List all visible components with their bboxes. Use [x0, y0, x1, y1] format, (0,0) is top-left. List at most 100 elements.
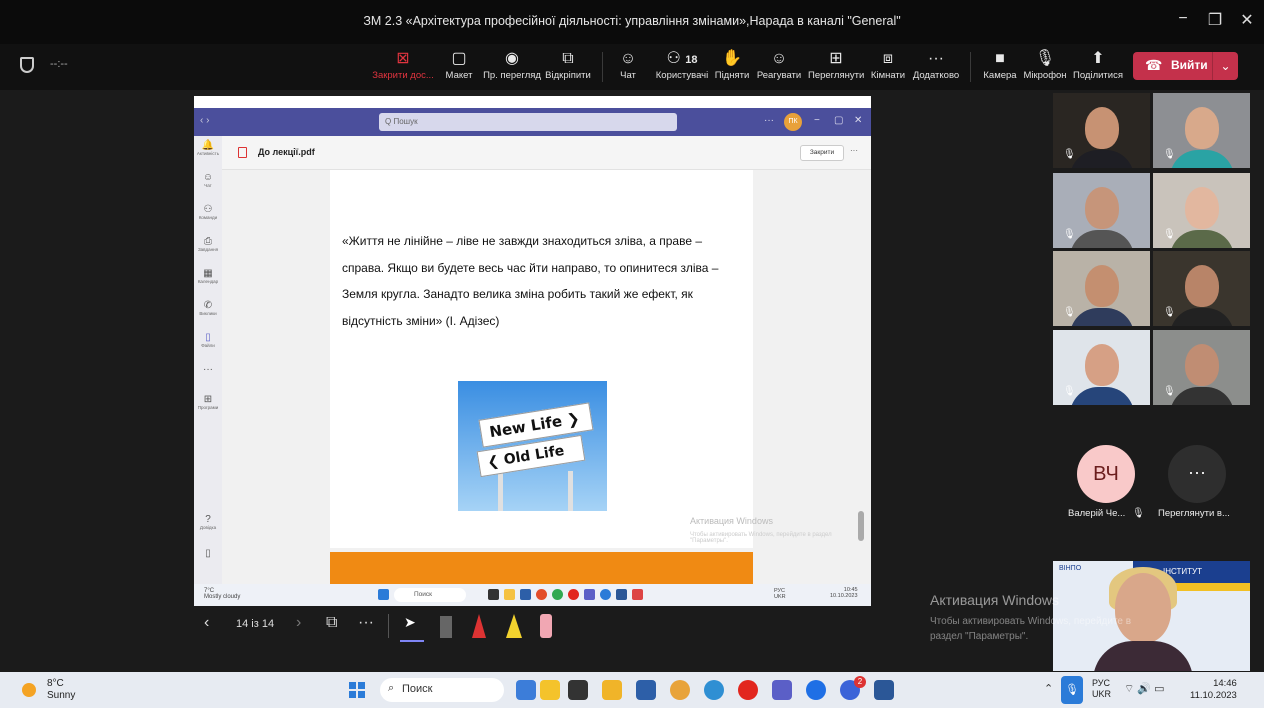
- pdf-close-button: Закрити: [800, 145, 844, 161]
- rail-item-files: ▯ Файли: [194, 332, 222, 348]
- rooms-button[interactable]: ⧈ Кімнати: [870, 48, 906, 88]
- participant-tile[interactable]: 🎙: [1153, 93, 1250, 168]
- pen-tool-icon[interactable]: [440, 616, 452, 638]
- participant-tile[interactable]: 🎙: [1153, 173, 1250, 248]
- chevron-down-icon[interactable]: ⌄: [1212, 52, 1238, 80]
- share-button[interactable]: ⬆ Поділитися: [1072, 48, 1124, 88]
- widgets-icon[interactable]: [516, 680, 536, 700]
- zoom-icon[interactable]: [806, 680, 826, 700]
- pdf-quote-text: «Життя не лінійне – ліве не завжди знахо…: [342, 234, 719, 328]
- participant-tile[interactable]: 🎙: [1053, 93, 1150, 168]
- more-options-button[interactable]: ···: [358, 614, 374, 632]
- camera-button[interactable]: ■ Камера: [982, 48, 1018, 88]
- rail-item-teams: ⚇ Команди: [194, 204, 222, 220]
- chrome-icon[interactable]: [670, 680, 690, 700]
- weather-sun-icon: [22, 683, 36, 697]
- folder-icon: [504, 589, 515, 600]
- windows-taskbar: 8°C Sunny ⌕ Поиск 2 ⌃ 🎙 РУС UKR ⌔ 🔊 ▭ 14…: [0, 672, 1264, 708]
- taskbar-search[interactable]: ⌕ Поиск: [380, 678, 504, 702]
- participant-tile[interactable]: 🎙: [1153, 330, 1250, 405]
- presenter-body: [1093, 641, 1193, 671]
- word-icon[interactable]: [874, 680, 894, 700]
- shared-taskbar-search: Поиск: [394, 588, 466, 602]
- pdf-icon: [238, 147, 247, 158]
- close-window-button[interactable]: ✕: [1232, 10, 1262, 30]
- pop-out-icon: ⧉: [562, 50, 574, 67]
- participant-name: Валерій Че...: [1068, 508, 1126, 519]
- leave-button[interactable]: ☎ Вийти ⌄: [1133, 52, 1238, 80]
- next-page-button[interactable]: ›: [296, 614, 301, 632]
- smile-icon: ☺: [770, 50, 788, 67]
- chevron-up-icon[interactable]: ⌃: [1044, 682, 1053, 695]
- stop-sharing-button[interactable]: ⊠ Закрити дос...: [372, 48, 434, 88]
- edge-icon[interactable]: [704, 680, 724, 700]
- mic-muted-icon: 🎙: [1132, 508, 1145, 519]
- file-explorer-icon[interactable]: [602, 680, 622, 700]
- windows-start-icon[interactable]: [349, 682, 365, 698]
- rail-item-activity: 🔔 Активність: [194, 140, 222, 156]
- participant-tile[interactable]: 🎙: [1053, 330, 1150, 405]
- chat-button[interactable]: ☺ Чат: [614, 48, 642, 88]
- teams-icon: ⚇: [203, 204, 213, 215]
- highlighter-icon[interactable]: [506, 614, 522, 638]
- view-button[interactable]: ⊞ Переглянути: [808, 48, 864, 88]
- rooms-icon: ⧈: [882, 50, 894, 67]
- toolbar-divider: [970, 52, 971, 82]
- file-icon: ▯: [205, 332, 211, 343]
- react-button[interactable]: ☺ Реагувати: [756, 48, 802, 88]
- microphone-button[interactable]: 🎙 Мікрофон: [1020, 48, 1070, 88]
- participant-count: 18: [685, 54, 698, 66]
- view-all-participants-button[interactable]: ···: [1168, 445, 1226, 503]
- chat-icon: ☺: [202, 172, 214, 183]
- red-pen-icon[interactable]: [472, 614, 486, 638]
- participant-body: [1169, 230, 1234, 248]
- more-button[interactable]: ··· Додатково: [912, 48, 960, 88]
- presenter-view-button[interactable]: ◉ Пр. перегляд: [482, 48, 542, 88]
- store-icon[interactable]: [636, 680, 656, 700]
- store-icon: [520, 589, 531, 600]
- raise-hand-button[interactable]: ✋ Підняти: [714, 48, 750, 88]
- maximize-button[interactable]: ❐: [1200, 10, 1230, 30]
- rail-item-chat: ☺ Чат: [194, 172, 222, 188]
- layout-button[interactable]: ▢ Макет: [440, 48, 478, 88]
- shared-taskbar: 7°C Mostly cloudy Поиск РУС UKR 10:45 10…: [194, 584, 871, 606]
- participant-face: [1084, 264, 1119, 307]
- mic-muted-icon: 🎙: [1163, 229, 1176, 240]
- apps-icon: ⊞: [203, 394, 213, 405]
- participant-tile[interactable]: 🎙: [1053, 173, 1150, 248]
- taskbar-clock[interactable]: 14:46 11.10.2023: [1190, 678, 1237, 702]
- eraser-icon[interactable]: [540, 614, 552, 638]
- participant-avatar[interactable]: ВЧ: [1077, 445, 1135, 503]
- participants-button[interactable]: ⚇ 18 Користувачі: [654, 48, 710, 88]
- shared-lang: РУС UKR: [774, 588, 786, 600]
- minimize-button[interactable]: −: [1168, 10, 1198, 28]
- chat-icon: ☺: [619, 50, 637, 67]
- teams-icon[interactable]: [772, 680, 792, 700]
- rail-item-help: ? Довідка: [194, 514, 222, 530]
- wifi-volume-battery-icons[interactable]: ⌔ 🔊 ▭: [1124, 682, 1165, 696]
- phone-icon: ☎: [1145, 57, 1163, 73]
- participant-tile[interactable]: 🎙: [1153, 251, 1250, 326]
- more-icon: ···: [850, 146, 858, 155]
- shared-teams-topbar: ‹ › Q Пошук ··· ПК − ▢ ✕: [194, 108, 871, 136]
- rail-item-calls: ✆ Виклики: [194, 300, 222, 316]
- participant-tile[interactable]: 🎙: [1053, 251, 1150, 326]
- rail-item-calendar: ▦ Календар: [194, 268, 222, 284]
- microphone-icon[interactable]: 🎙: [1061, 676, 1083, 704]
- back-forward-icon: ‹ ›: [200, 115, 210, 126]
- pop-out-button[interactable]: ⧉ Відкріпити: [544, 48, 592, 88]
- device-icon: ▯: [205, 548, 211, 559]
- language-indicator[interactable]: РУС UKR: [1092, 678, 1111, 700]
- opera-icon[interactable]: [738, 680, 758, 700]
- thumbnails-button[interactable]: ⧉: [326, 614, 337, 632]
- window-title: ЗМ 2.3 «Архітектура професійної діяльнос…: [363, 14, 901, 28]
- participant-body: [1069, 150, 1134, 168]
- weather-widget[interactable]: 8°C Sunny: [47, 678, 75, 702]
- maximize-icon: ▢: [834, 115, 844, 126]
- taskview-icon[interactable]: [568, 680, 588, 700]
- app-icon: [632, 589, 643, 600]
- participant-face: [1184, 343, 1219, 386]
- pointer-tool-icon[interactable]: ➤: [404, 614, 416, 631]
- photos-icon[interactable]: [540, 680, 560, 700]
- previous-page-button[interactable]: ‹: [204, 614, 209, 632]
